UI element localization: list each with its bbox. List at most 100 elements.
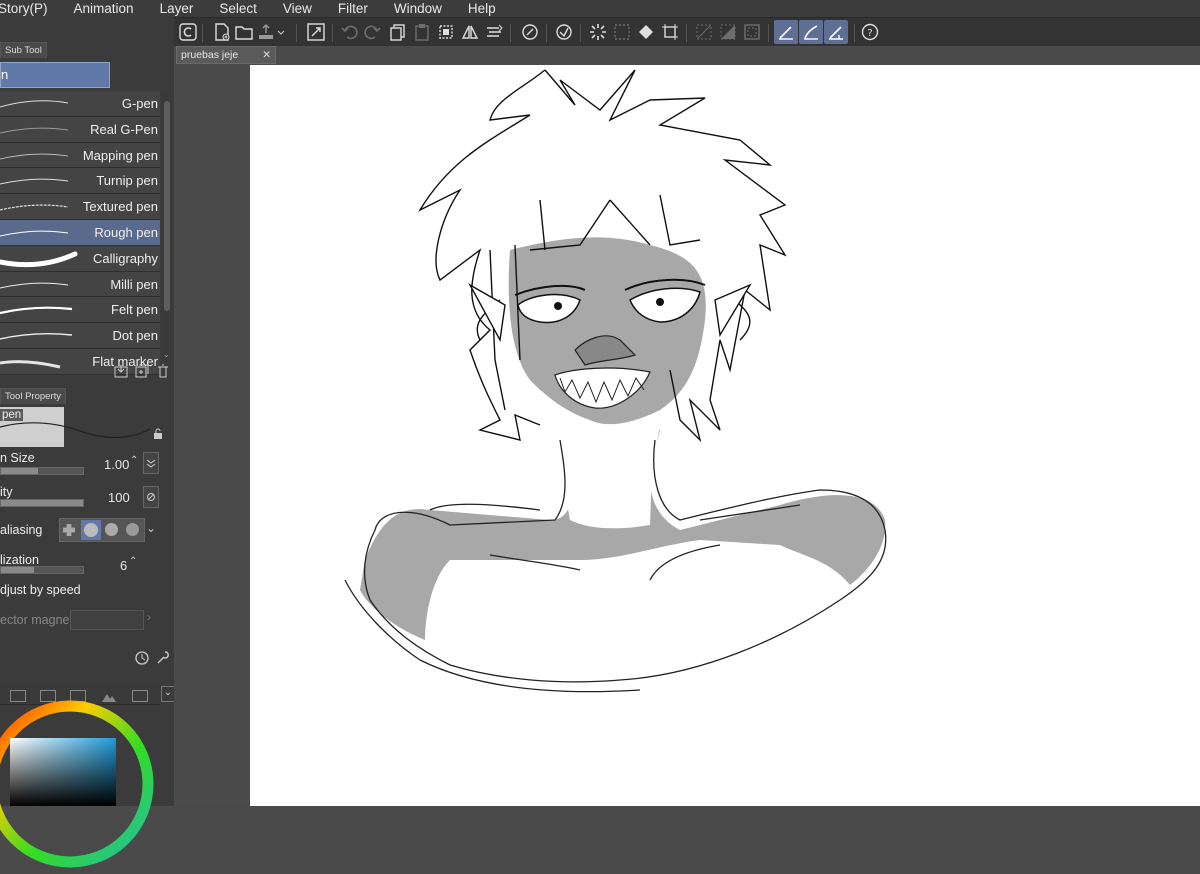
stroke-preview-icon xyxy=(0,230,69,237)
brush-label: Calligraphy xyxy=(92,250,158,266)
brush-size-slider[interactable] xyxy=(0,467,84,475)
menu-story[interactable]: Story(P) xyxy=(0,1,60,16)
document-tab[interactable]: pruebas jeje ✕ xyxy=(176,46,276,64)
opacity-label: ity xyxy=(0,485,13,499)
invert-selection-icon[interactable] xyxy=(718,22,738,42)
stroke-preview-icon xyxy=(0,333,73,340)
tab-tool-property[interactable]: Tool Property xyxy=(0,388,66,404)
reset-rotation-icon[interactable] xyxy=(554,22,574,42)
brush-item-real-g-pen[interactable]: Real G-Pen xyxy=(0,116,160,143)
fullscreen-icon[interactable] xyxy=(306,22,326,42)
tab-sub-tool[interactable]: Sub Tool xyxy=(0,42,47,58)
stroke-preview-icon xyxy=(0,282,69,289)
crop-icon[interactable] xyxy=(660,22,680,42)
color-panel: ⌄ xyxy=(0,686,175,868)
antialiasing-selector[interactable] xyxy=(59,518,145,542)
opacity-slider[interactable] xyxy=(0,499,84,507)
help-icon[interactable]: ? xyxy=(860,22,880,42)
menu-layer[interactable]: Layer xyxy=(146,1,206,16)
brush-label: Milli pen xyxy=(110,276,158,292)
chevron-down-icon[interactable] xyxy=(276,22,286,42)
adjust-by-speed-label[interactable]: djust by speed xyxy=(0,583,160,597)
pressure-settings-button[interactable] xyxy=(143,452,159,474)
aa-none-icon[interactable] xyxy=(63,524,75,536)
brush-label: Felt pen xyxy=(111,302,158,318)
open-folder-icon[interactable] xyxy=(234,22,254,42)
selection-border-icon[interactable] xyxy=(742,22,762,42)
chevron-down-icon[interactable]: ⌄ xyxy=(146,521,156,535)
stroke-preview-icon xyxy=(0,360,61,369)
stroke-preview-icon xyxy=(0,204,69,211)
brush-item-calligraphy[interactable]: Calligraphy xyxy=(0,245,160,272)
menu-window[interactable]: Window xyxy=(380,1,454,16)
flip-vertical-icon[interactable] xyxy=(484,22,504,42)
trash-icon[interactable] xyxy=(156,364,170,381)
aa-strong-icon[interactable] xyxy=(126,523,139,536)
brush-item-g-pen[interactable]: G-pen xyxy=(0,91,160,117)
stabilization-slider[interactable] xyxy=(0,566,84,574)
redo-icon[interactable] xyxy=(362,22,382,42)
brush-list: G-pen Real G-Pen Mapping pen Turnip pen … xyxy=(0,91,160,375)
stroke-preview-icon xyxy=(0,153,69,159)
scroll-down-icon[interactable]: ⌄ xyxy=(163,350,170,359)
brush-list-scrollbar[interactable] xyxy=(162,91,172,361)
rotate-icon[interactable] xyxy=(520,22,540,42)
subtool-group-header[interactable]: n xyxy=(0,62,110,88)
snap-special-ruler-icon[interactable] xyxy=(799,20,823,44)
menu-select[interactable]: Select xyxy=(205,1,269,16)
clear-selection-icon[interactable] xyxy=(694,22,714,42)
stroke-preview-icon xyxy=(0,306,73,315)
menu-view[interactable]: View xyxy=(269,1,324,16)
brush-label: Textured pen xyxy=(82,199,158,215)
wrench-icon[interactable] xyxy=(155,650,171,669)
duplicate-subtool-icon[interactable] xyxy=(135,364,149,381)
brush-item-milli-pen[interactable]: Milli pen xyxy=(0,271,160,298)
close-icon[interactable]: ✕ xyxy=(262,47,271,64)
aa-weak-button[interactable] xyxy=(81,520,101,540)
brush-label: Real G-Pen xyxy=(90,121,158,137)
stepper-icon[interactable]: ⌃ xyxy=(130,455,138,466)
document-tab-title: pruebas jeje xyxy=(181,49,239,61)
brush-item-mapping-pen[interactable]: Mapping pen xyxy=(0,142,160,169)
fill-bucket-icon[interactable] xyxy=(636,22,656,42)
brush-item-dot-pen[interactable]: Dot pen xyxy=(0,323,160,349)
export-icon[interactable] xyxy=(256,22,276,42)
snap-grid-icon[interactable] xyxy=(824,20,848,44)
opacity-pressure-button[interactable] xyxy=(143,486,159,508)
stepper-icon[interactable]: ⌃ xyxy=(129,556,137,567)
chevron-down-icon[interactable]: ⌄ xyxy=(161,686,175,702)
brush-item-turnip-pen[interactable]: Turnip pen xyxy=(0,168,160,195)
stabilization-value[interactable]: 6 xyxy=(120,558,127,573)
import-subtool-icon[interactable] xyxy=(114,364,128,381)
flip-horizontal-icon[interactable] xyxy=(460,22,480,42)
new-file-icon[interactable] xyxy=(212,22,232,42)
saturation-value-square[interactable] xyxy=(10,738,116,806)
sketch-artwork xyxy=(344,69,887,693)
copy-icon[interactable] xyxy=(388,22,408,42)
lock-icon[interactable] xyxy=(152,428,164,443)
brush-item-rough-pen[interactable]: Rough pen xyxy=(0,219,160,246)
opacity-value[interactable]: 100 xyxy=(108,490,130,505)
snap-ruler-icon[interactable] xyxy=(774,20,798,44)
brush-size-value[interactable]: 1.00 xyxy=(104,457,129,472)
brush-label: Turnip pen xyxy=(96,173,158,189)
menu-animation[interactable]: Animation xyxy=(60,1,146,16)
svg-text:?: ? xyxy=(867,28,872,39)
stroke-preview-icon xyxy=(0,251,78,267)
stroke-preview-icon xyxy=(0,422,151,439)
brush-item-textured-pen[interactable]: Textured pen xyxy=(0,194,160,220)
reset-settings-icon[interactable] xyxy=(134,650,150,669)
transform-icon[interactable] xyxy=(436,22,456,42)
selection-marquee-icon[interactable] xyxy=(612,22,632,42)
menu-help[interactable]: Help xyxy=(454,1,508,16)
drawing-canvas[interactable] xyxy=(250,65,1200,806)
vector-magnet-selector xyxy=(70,610,144,630)
loading-spinner-icon[interactable] xyxy=(588,22,608,42)
clip-studio-icon[interactable] xyxy=(178,22,198,42)
aa-medium-icon[interactable] xyxy=(105,523,118,536)
paste-icon[interactable] xyxy=(412,22,432,42)
undo-icon[interactable] xyxy=(340,22,360,42)
menu-filter[interactable]: Filter xyxy=(324,1,380,16)
brush-item-felt-pen[interactable]: Felt pen xyxy=(0,297,160,324)
stroke-preview-icon xyxy=(0,127,69,134)
